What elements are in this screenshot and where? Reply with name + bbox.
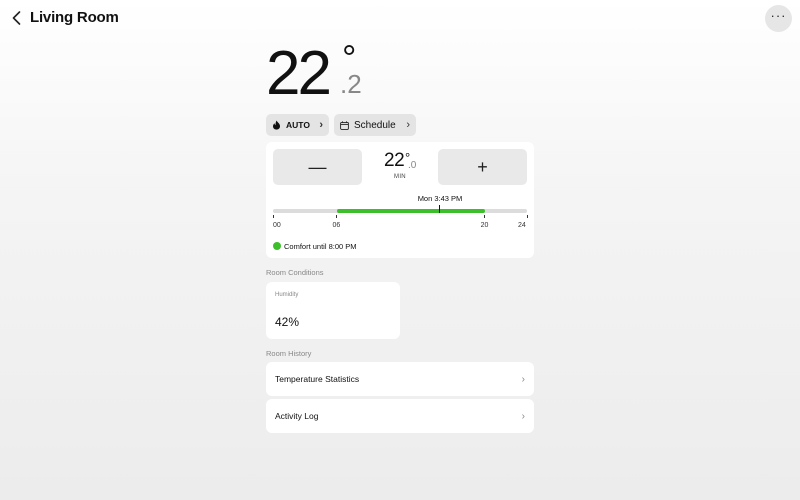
chevron-right-icon: ›: [319, 119, 323, 131]
comfort-period-bar: [336, 209, 485, 213]
activity-log-label: Activity Log: [275, 411, 319, 421]
humidity-value: 42%: [275, 315, 300, 329]
increase-temperature-button[interactable]: +: [438, 149, 527, 185]
chevron-right-icon: ›: [406, 119, 410, 131]
back-button[interactable]: [8, 9, 24, 27]
schedule-label: Schedule: [354, 119, 396, 131]
chevron-left-icon: [12, 11, 20, 25]
timeline-tick-label: 20: [480, 222, 489, 229]
page-title: Living Room: [30, 9, 119, 26]
timeline-tick: [484, 215, 486, 218]
room-history-title: Room History: [266, 349, 312, 358]
timeline-tick: [526, 215, 528, 218]
setpoint-integer: 22: [384, 150, 405, 171]
timeline-tick-label: 00: [273, 222, 281, 229]
setpoint-mode-label: MIN: [394, 174, 406, 180]
minus-icon: —: [308, 156, 327, 177]
more-options-button[interactable]: ···: [765, 5, 792, 32]
mode-auto-label: AUTO: [286, 120, 310, 130]
setpoint-decimal: .0: [408, 160, 417, 171]
current-temperature-decimal: .2: [340, 69, 362, 99]
current-time-marker: [438, 205, 441, 213]
chevron-right-icon: ›: [521, 373, 525, 385]
activity-log-row[interactable]: Activity Log ›: [266, 399, 534, 433]
humidity-label: Humidity: [275, 292, 299, 298]
more-icon: ···: [770, 8, 787, 23]
timeline-tick-label: 06: [332, 222, 341, 229]
status-text: Comfort until 8:00 PM: [284, 241, 357, 251]
decrease-temperature-button[interactable]: —: [273, 149, 362, 185]
temperature-statistics-label: Temperature Statistics: [275, 374, 360, 384]
status-dot: [273, 242, 281, 250]
plus-icon: +: [477, 156, 488, 177]
timeline-tick: [336, 215, 337, 218]
calendar-icon: [340, 120, 349, 130]
flame-icon: [273, 120, 280, 130]
mode-auto-button[interactable]: AUTO ›: [266, 114, 329, 136]
current-time-label: Mon 3:43 PM: [417, 194, 463, 203]
timeline-tick-label: 24: [518, 222, 526, 229]
schedule-button[interactable]: Schedule ›: [334, 114, 416, 136]
humidity-card[interactable]: [266, 282, 400, 339]
current-temperature-integer: 22: [266, 39, 332, 108]
temperature-statistics-row[interactable]: Temperature Statistics ›: [266, 362, 534, 396]
chevron-right-icon: ›: [521, 410, 525, 422]
room-conditions-title: Room Conditions: [266, 267, 324, 277]
timeline-tick: [272, 215, 274, 218]
